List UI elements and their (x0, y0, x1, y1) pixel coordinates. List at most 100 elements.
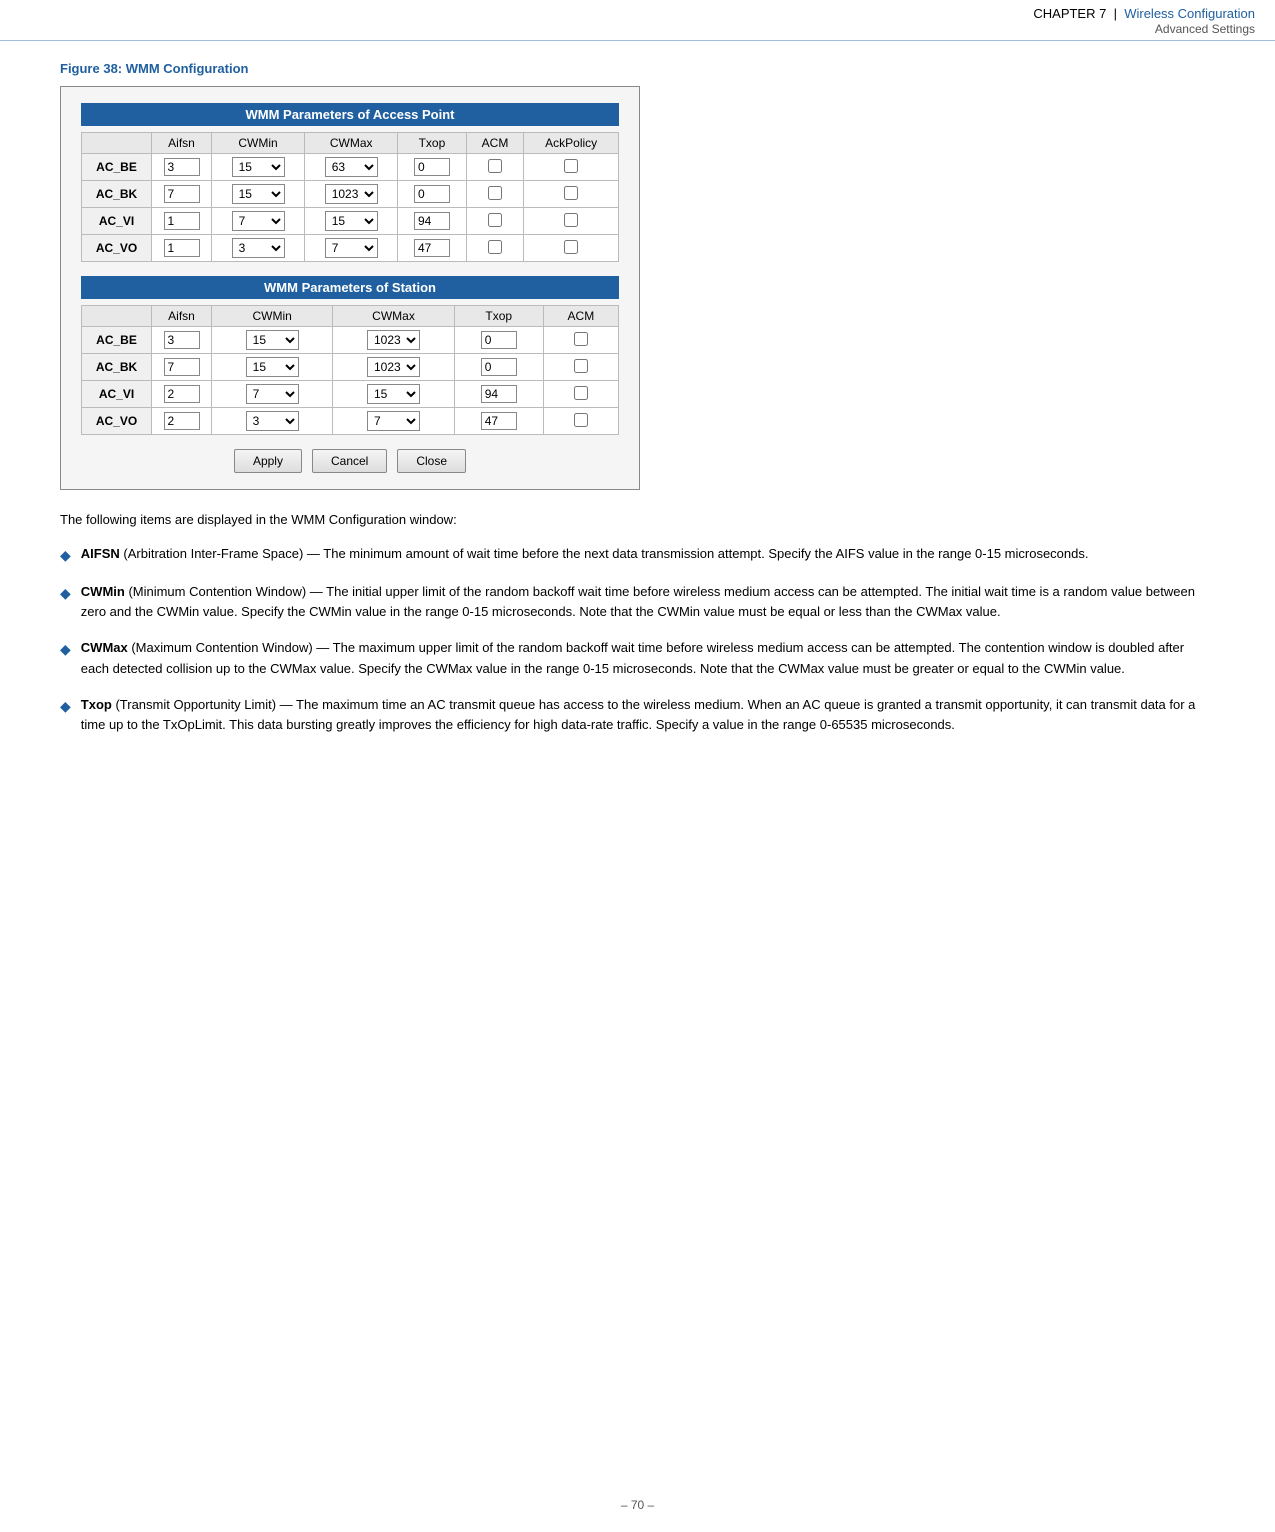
sta-txop-AC_VO (454, 408, 543, 435)
sta-cwmax-AC_BK: 1371531631272555111023 (333, 354, 454, 381)
ap-aifsn-input-AC_BE[interactable] (164, 158, 200, 176)
cancel-button[interactable]: Cancel (312, 449, 387, 473)
bullet-item: ◆CWMax (Maximum Contention Window) — The… (60, 638, 1215, 678)
sta-acm-checkbox-AC_VI[interactable] (574, 386, 588, 400)
sta-col-cwmin: CWMin (212, 306, 333, 327)
ap-acm-AC_BK (466, 181, 524, 208)
ap-txop-input-AC_BK[interactable] (414, 185, 450, 203)
ap-aifsn-input-AC_VI[interactable] (164, 212, 200, 230)
ap-txop-AC_BK (398, 181, 466, 208)
sta-row-label-AC_BK: AC_BK (82, 354, 152, 381)
ap-ackpolicy-checkbox-AC_VO[interactable] (564, 240, 578, 254)
sta-acm-checkbox-AC_BK[interactable] (574, 359, 588, 373)
bullet-term: AIFSN (81, 546, 120, 561)
ap-cwmax-AC_BE: 1371531631272555111023 (305, 154, 398, 181)
ap-row-label-AC_VO: AC_VO (82, 235, 152, 262)
sta-table-row: AC_VO13715316312725551110231371531631272… (82, 408, 619, 435)
ap-ackpolicy-checkbox-AC_BE[interactable] (564, 159, 578, 173)
ap-txop-AC_VI (398, 208, 466, 235)
apply-button[interactable]: Apply (234, 449, 302, 473)
sta-col-aifsn: Aifsn (152, 306, 212, 327)
station-section-header: WMM Parameters of Station (81, 276, 619, 299)
sta-acm-AC_BK (543, 354, 618, 381)
sta-txop-input-AC_BE[interactable] (481, 331, 517, 349)
sta-aifsn-input-AC_BK[interactable] (164, 358, 200, 376)
ap-cwmin-select-AC_VI[interactable]: 1371531631272555111023 (232, 211, 285, 231)
sta-acm-checkbox-AC_BE[interactable] (574, 332, 588, 346)
sta-acm-checkbox-AC_VO[interactable] (574, 413, 588, 427)
sta-col-empty (82, 306, 152, 327)
ap-acm-checkbox-AC_BK[interactable] (488, 186, 502, 200)
bullet-item: ◆AIFSN (Arbitration Inter-Frame Space) —… (60, 544, 1215, 567)
ap-cwmin-select-AC_BE[interactable]: 1371531631272555111023 (232, 157, 285, 177)
sta-aifsn-input-AC_VO[interactable] (164, 412, 200, 430)
sta-col-acm: ACM (543, 306, 618, 327)
ap-col-ackpolicy: AckPolicy (524, 133, 619, 154)
sta-acm-AC_VI (543, 381, 618, 408)
sta-txop-input-AC_BK[interactable] (481, 358, 517, 376)
sta-cwmax-select-AC_BE[interactable]: 1371531631272555111023 (367, 330, 420, 350)
ap-table-row: AC_BE 1371531631272555111023 1371531631272… (82, 154, 619, 181)
bullet-term: CWMax (81, 640, 128, 655)
sta-aifsn-AC_BK (152, 354, 212, 381)
button-row: Apply Cancel Close (81, 449, 619, 473)
sta-cwmin-select-AC_VI[interactable]: 1371531631272555111023 (246, 384, 299, 404)
ap-txop-input-AC_VI[interactable] (414, 212, 450, 230)
sta-cwmax-select-AC_VI[interactable]: 1371531631272555111023 (367, 384, 420, 404)
sta-txop-input-AC_VI[interactable] (481, 385, 517, 403)
ap-cwmax-select-AC_VI[interactable]: 1371531631272555111023 (325, 211, 378, 231)
ap-col-cwmax: CWMax (305, 133, 398, 154)
page-footer: – 70 – (0, 1488, 1275, 1522)
ap-cwmin-AC_VO: 1371531631272555111023 (212, 235, 305, 262)
sta-aifsn-input-AC_VI[interactable] (164, 385, 200, 403)
close-button[interactable]: Close (397, 449, 466, 473)
ap-ackpolicy-AC_BK (524, 181, 619, 208)
ap-cwmax-select-AC_VO[interactable]: 1371531631272555111023 (325, 238, 378, 258)
ap-cwmax-AC_VO: 1371531631272555111023 (305, 235, 398, 262)
sta-acm-AC_BE (543, 327, 618, 354)
sta-txop-input-AC_VO[interactable] (481, 412, 517, 430)
ap-table-row: AC_VI13715316312725551110231371531631272… (82, 208, 619, 235)
sta-cwmin-select-AC_VO[interactable]: 1371531631272555111023 (246, 411, 299, 431)
ap-ackpolicy-checkbox-AC_VI[interactable] (564, 213, 578, 227)
ap-cwmin-select-AC_BK[interactable]: 1371531631272555111023 (232, 184, 285, 204)
ap-cwmax-AC_VI: 1371531631272555111023 (305, 208, 398, 235)
sta-col-cwmax: CWMax (333, 306, 454, 327)
ap-aifsn-input-AC_BK[interactable] (164, 185, 200, 203)
sta-table-row: AC_BK 1371531631272555111023 1371531631272… (82, 354, 619, 381)
sta-cwmin-select-AC_BE[interactable]: 1371531631272555111023 (246, 330, 299, 350)
sta-aifsn-input-AC_BE[interactable] (164, 331, 200, 349)
ap-aifsn-AC_BE (152, 154, 212, 181)
bullet-item: ◆CWMin (Minimum Contention Window) — The… (60, 582, 1215, 622)
ap-cwmax-select-AC_BK[interactable]: 1371531631272555111023 (325, 184, 378, 204)
ap-acm-checkbox-AC_BE[interactable] (488, 159, 502, 173)
ap-acm-checkbox-AC_VO[interactable] (488, 240, 502, 254)
ap-cwmin-AC_VI: 1371531631272555111023 (212, 208, 305, 235)
ap-row-label-AC_BE: AC_BE (82, 154, 152, 181)
ap-cwmin-AC_BE: 1371531631272555111023 (212, 154, 305, 181)
sta-cwmax-AC_VI: 1371531631272555111023 (333, 381, 454, 408)
sta-cwmax-select-AC_VO[interactable]: 1371531631272555111023 (367, 411, 420, 431)
sta-cwmax-select-AC_BK[interactable]: 1371531631272555111023 (367, 357, 420, 377)
ap-txop-input-AC_BE[interactable] (414, 158, 450, 176)
sta-cwmin-select-AC_BK[interactable]: 1371531631272555111023 (246, 357, 299, 377)
ap-aifsn-input-AC_VO[interactable] (164, 239, 200, 257)
sta-cwmin-AC_VO: 1371531631272555111023 (212, 408, 333, 435)
chapter-number: 7 (1099, 6, 1106, 21)
ap-ackpolicy-AC_BE (524, 154, 619, 181)
header-separator: | (1114, 6, 1117, 21)
bullet-text: Txop (Transmit Opportunity Limit) — The … (81, 695, 1215, 735)
ap-cwmax-select-AC_BE[interactable]: 1371531631272555111023 (325, 157, 378, 177)
ap-cwmin-AC_BK: 1371531631272555111023 (212, 181, 305, 208)
ap-ackpolicy-checkbox-AC_BK[interactable] (564, 186, 578, 200)
ap-table: Aifsn CWMin CWMax Txop ACM AckPolicy AC_… (81, 132, 619, 262)
ap-txop-AC_VO (398, 235, 466, 262)
ap-acm-AC_VI (466, 208, 524, 235)
ap-txop-input-AC_VO[interactable] (414, 239, 450, 257)
ap-acm-checkbox-AC_VI[interactable] (488, 213, 502, 227)
sta-table-row: AC_VI13715316312725551110231371531631272… (82, 381, 619, 408)
header-right: CHAPTER 7 | Wireless Configuration Advan… (1033, 6, 1255, 36)
bullet-term: Txop (81, 697, 112, 712)
page-header: CHAPTER 7 | Wireless Configuration Advan… (0, 0, 1275, 41)
ap-cwmin-select-AC_VO[interactable]: 1371531631272555111023 (232, 238, 285, 258)
